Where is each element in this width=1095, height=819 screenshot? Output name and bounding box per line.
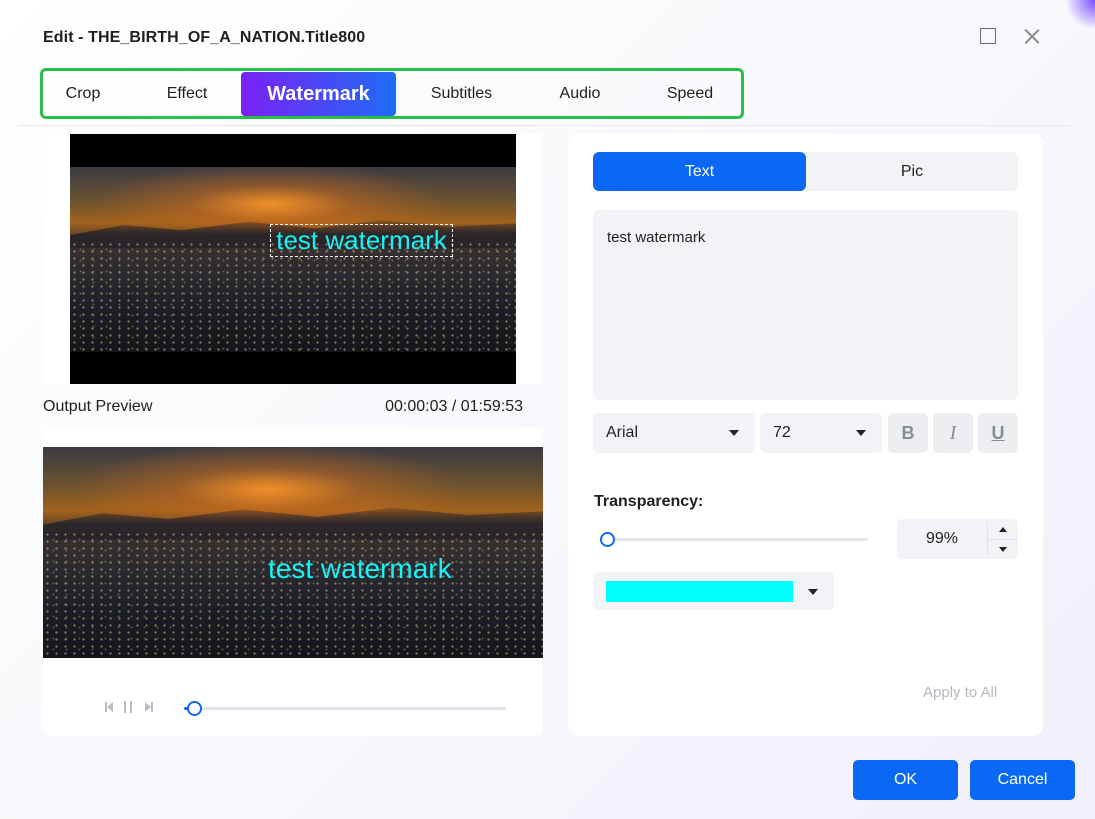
seek-slider[interactable] bbox=[184, 701, 506, 716]
output-watermark-text: test watermark bbox=[268, 553, 452, 584]
text-mode-button[interactable]: Text bbox=[593, 152, 806, 191]
header-divider bbox=[18, 125, 1070, 126]
apply-to-all-button[interactable]: Apply to All bbox=[923, 684, 997, 701]
tab-audio[interactable]: Audio bbox=[544, 72, 616, 116]
bold-button[interactable]: B bbox=[888, 413, 928, 453]
source-video-image bbox=[70, 167, 516, 352]
window-title: Edit - THE_BIRTH_OF_A_NATION.Title800 bbox=[43, 29, 366, 46]
time-display: 00:00:03 / 01:59:53 bbox=[385, 398, 523, 415]
transparency-value[interactable]: 99% bbox=[897, 519, 987, 559]
maximize-icon[interactable] bbox=[978, 26, 998, 46]
pic-mode-button[interactable]: Pic bbox=[806, 152, 1018, 191]
transparency-handle[interactable] bbox=[600, 532, 615, 547]
font-family-select[interactable]: Arial bbox=[593, 413, 755, 453]
tab-crop[interactable]: Crop bbox=[44, 72, 122, 116]
tab-speed[interactable]: Speed bbox=[654, 72, 726, 116]
chevron-down-icon bbox=[729, 430, 739, 436]
increment-icon[interactable] bbox=[988, 520, 1018, 540]
output-preview-label: Output Preview bbox=[43, 398, 153, 415]
watermark-text-box[interactable]: test watermark bbox=[270, 224, 453, 257]
next-frame-icon[interactable] bbox=[145, 701, 153, 713]
seek-handle[interactable] bbox=[186, 701, 202, 716]
color-swatch bbox=[606, 581, 793, 602]
window-corner-accent bbox=[1065, 0, 1095, 30]
previous-frame-icon[interactable] bbox=[105, 701, 113, 713]
chevron-down-icon bbox=[808, 589, 818, 595]
watermark-text-input[interactable] bbox=[593, 210, 1018, 400]
transparency-slider[interactable] bbox=[600, 532, 868, 547]
underline-button[interactable]: U bbox=[978, 413, 1018, 453]
chevron-down-icon bbox=[856, 430, 866, 436]
pause-icon[interactable] bbox=[123, 701, 133, 713]
ok-button[interactable]: OK bbox=[853, 760, 958, 800]
tab-effect[interactable]: Effect bbox=[146, 72, 228, 116]
decrement-icon[interactable] bbox=[988, 540, 1018, 559]
font-size-value: 72 bbox=[773, 424, 791, 441]
transparency-label: Transparency: bbox=[594, 493, 704, 510]
cancel-button[interactable]: Cancel bbox=[970, 760, 1075, 800]
text-color-select[interactable] bbox=[594, 572, 834, 610]
close-icon[interactable] bbox=[1022, 26, 1042, 46]
italic-button[interactable]: I bbox=[933, 413, 973, 453]
tab-subtitles[interactable]: Subtitles bbox=[417, 72, 506, 116]
font-size-select[interactable]: 72 bbox=[760, 413, 882, 453]
tab-watermark[interactable]: Watermark bbox=[241, 72, 396, 116]
font-family-value: Arial bbox=[606, 424, 639, 441]
